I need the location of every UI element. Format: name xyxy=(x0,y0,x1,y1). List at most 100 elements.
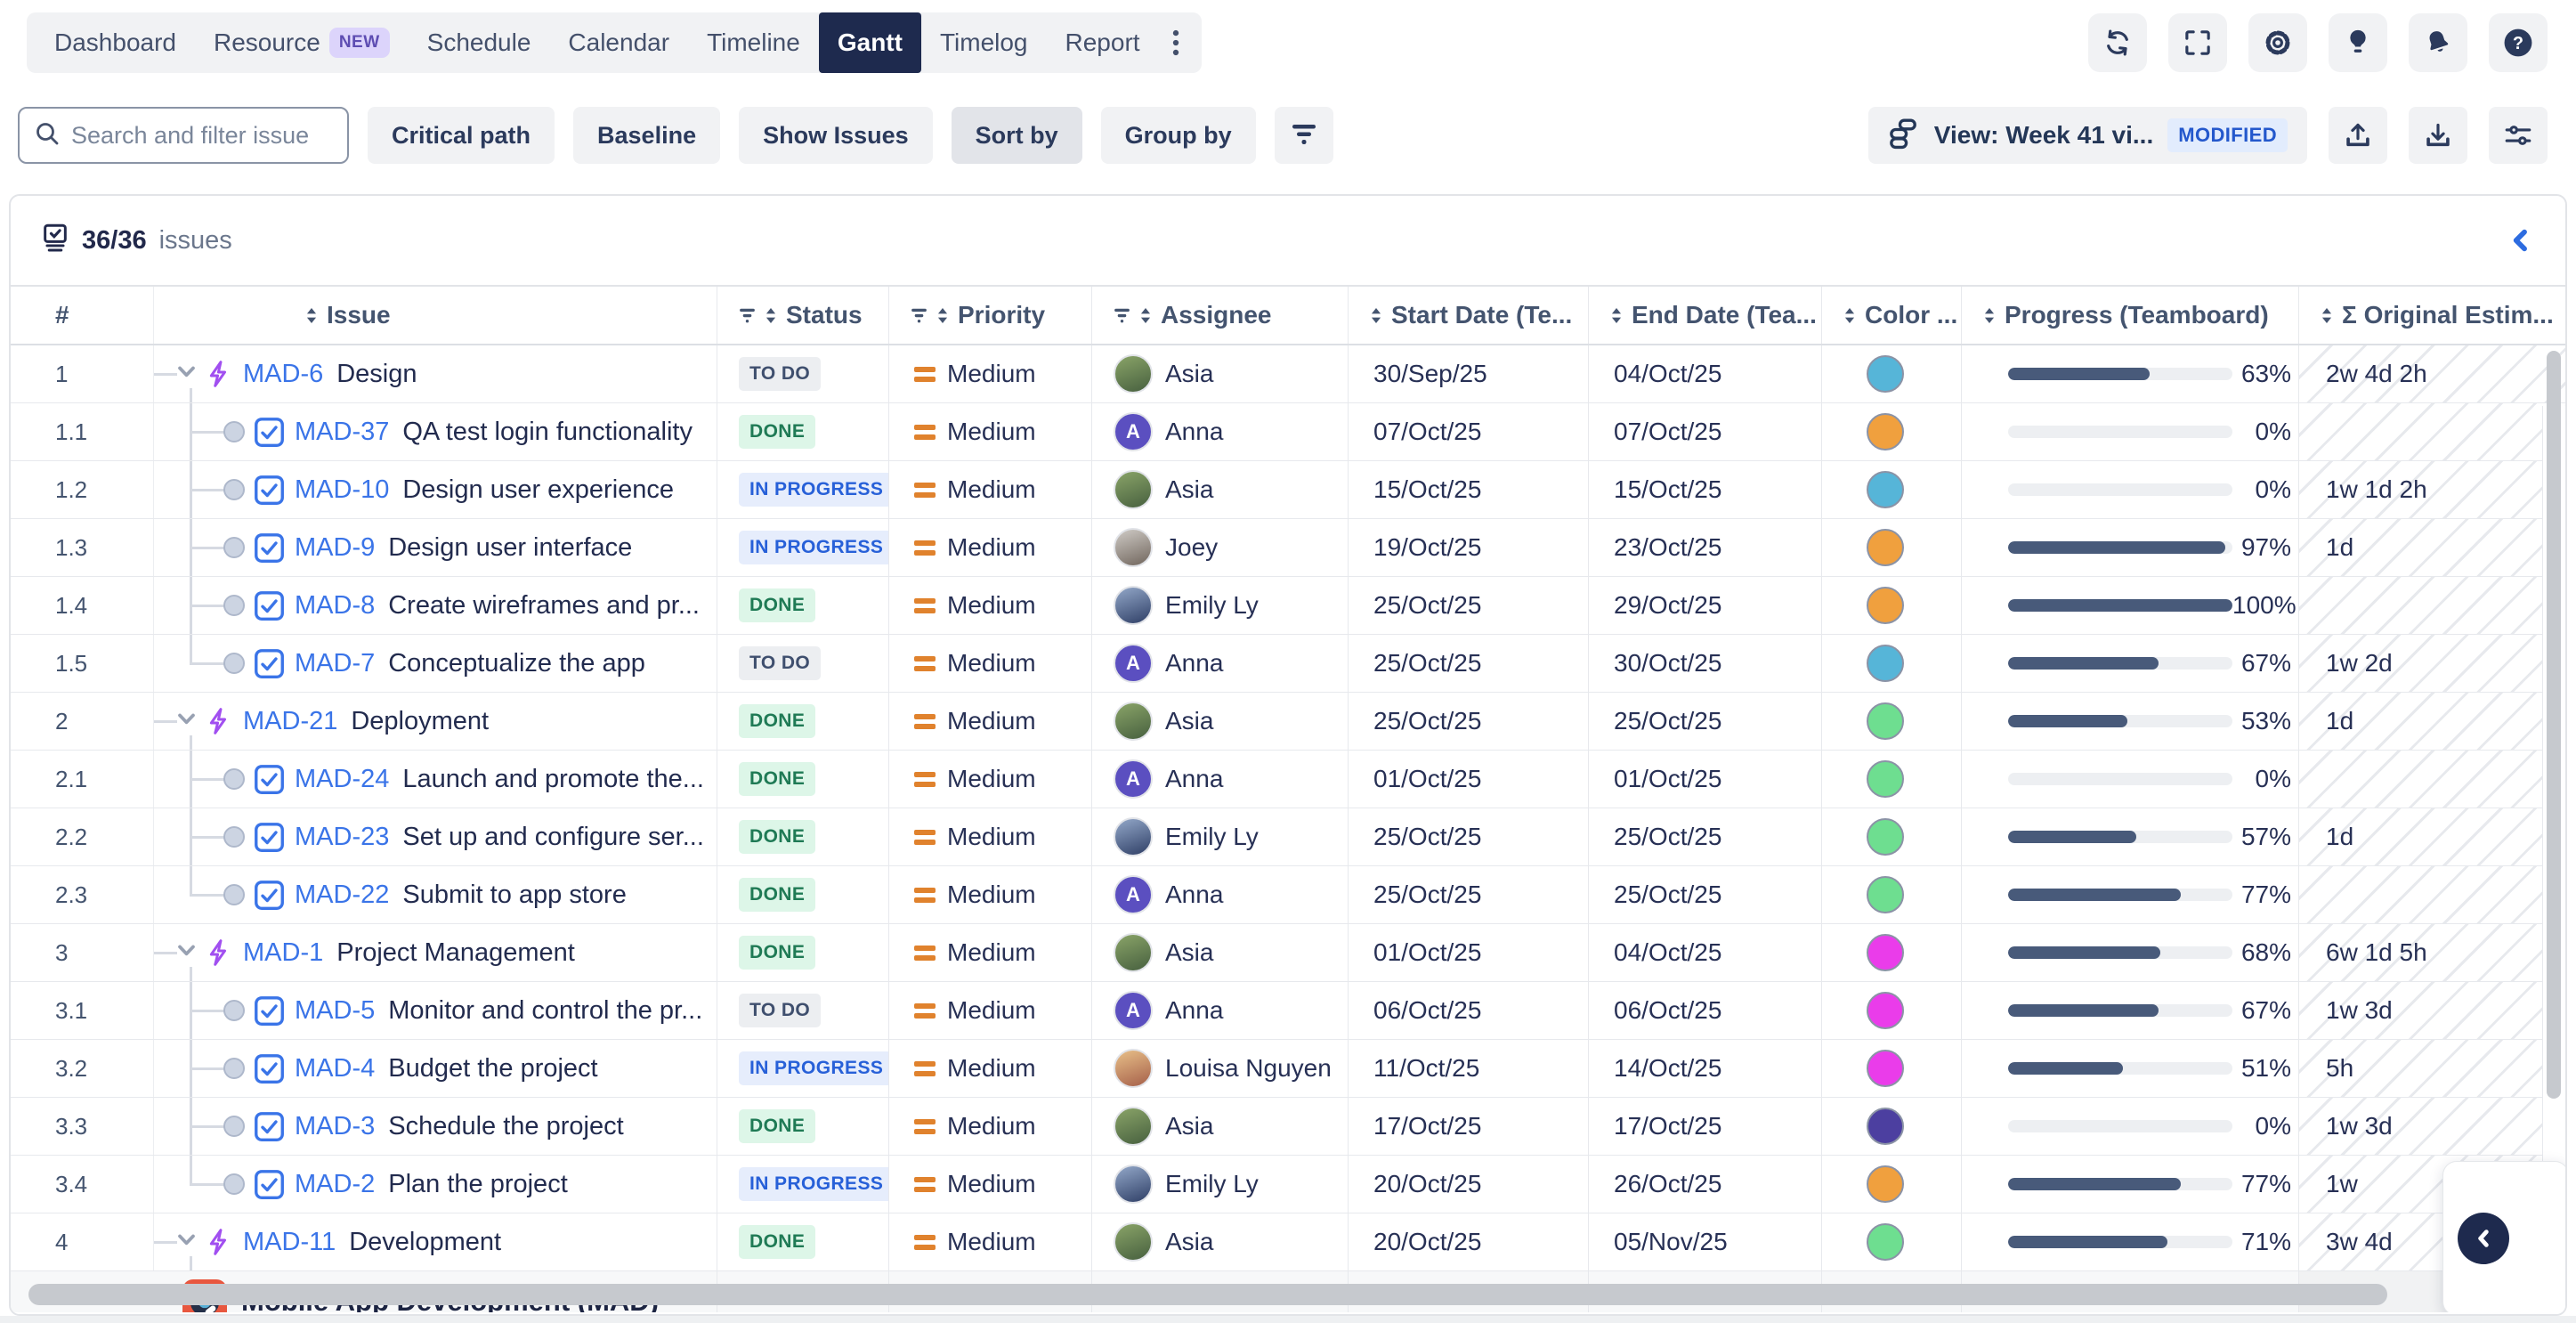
progress-cell[interactable]: 77% xyxy=(1961,866,2298,923)
view-selector[interactable]: View: Week 41 vi... MODIFIED xyxy=(1868,107,2307,164)
estimate-cell[interactable]: 1d xyxy=(2298,693,2565,750)
issue-key-link[interactable]: MAD-23 xyxy=(295,823,389,852)
start-date-cell[interactable]: 20/Oct/25 xyxy=(1348,1156,1588,1213)
issue-key-link[interactable]: MAD-4 xyxy=(295,1054,375,1084)
priority-cell[interactable]: Medium xyxy=(888,345,1091,402)
end-date-cell[interactable]: 30/Oct/25 xyxy=(1588,635,1821,692)
column-header-assignee[interactable]: Assignee xyxy=(1091,287,1348,344)
color-cell[interactable] xyxy=(1821,519,1961,576)
estimate-cell[interactable]: 1w 2d xyxy=(2298,635,2565,692)
priority-cell[interactable]: Medium xyxy=(888,635,1091,692)
progress-cell[interactable]: 63% xyxy=(1961,345,2298,402)
estimate-cell[interactable]: 1w 1d 2h xyxy=(2298,461,2565,518)
estimate-cell[interactable] xyxy=(2298,577,2565,634)
tab-report[interactable]: Report xyxy=(1047,12,1159,73)
start-date-cell[interactable]: 25/Oct/25 xyxy=(1348,693,1588,750)
issue-key-link[interactable]: MAD-1 xyxy=(243,938,323,968)
progress-cell[interactable]: 53% xyxy=(1961,693,2298,750)
assignee-cell[interactable]: AAnna xyxy=(1091,982,1348,1039)
issue-key-link[interactable]: MAD-10 xyxy=(295,475,389,505)
end-date-cell[interactable]: 07/Oct/25 xyxy=(1588,403,1821,460)
issue-key-link[interactable]: MAD-3 xyxy=(295,1112,375,1141)
end-date-cell[interactable]: 25/Oct/25 xyxy=(1588,866,1821,923)
tab-calendar[interactable]: Calendar xyxy=(549,12,688,73)
priority-cell[interactable]: Medium xyxy=(888,1040,1091,1097)
color-cell[interactable] xyxy=(1821,403,1961,460)
assignee-cell[interactable]: Asia xyxy=(1091,345,1348,402)
more-tabs-button[interactable] xyxy=(1159,28,1193,58)
dependency-handle[interactable] xyxy=(223,653,245,674)
estimate-cell[interactable] xyxy=(2298,866,2565,923)
assignee-cell[interactable]: Emily Ly xyxy=(1091,808,1348,865)
status-cell[interactable]: DONE xyxy=(717,1213,888,1270)
column-header-end-date-tea-[interactable]: End Date (Tea... xyxy=(1588,287,1821,344)
priority-cell[interactable]: Medium xyxy=(888,751,1091,808)
progress-cell[interactable]: 68% xyxy=(1961,924,2298,981)
vertical-scrollbar[interactable] xyxy=(2547,351,2561,1099)
status-cell[interactable]: IN PROGRESS xyxy=(717,1040,888,1097)
assignee-cell[interactable]: Asia xyxy=(1091,1098,1348,1155)
column-header-priority[interactable]: Priority xyxy=(888,287,1091,344)
priority-cell[interactable]: Medium xyxy=(888,403,1091,460)
priority-cell[interactable]: Medium xyxy=(888,866,1091,923)
critical-path-button[interactable]: Critical path xyxy=(368,107,555,164)
end-date-cell[interactable]: 06/Oct/25 xyxy=(1588,982,1821,1039)
sort-by-button[interactable]: Sort by xyxy=(952,107,1082,164)
status-cell[interactable]: DONE xyxy=(717,808,888,865)
assignee-cell[interactable]: Asia xyxy=(1091,461,1348,518)
start-date-cell[interactable]: 30/Sep/25 xyxy=(1348,345,1588,402)
display-settings-button[interactable] xyxy=(2489,107,2548,164)
color-cell[interactable] xyxy=(1821,577,1961,634)
issue-key-link[interactable]: MAD-5 xyxy=(295,996,375,1026)
dependency-handle[interactable] xyxy=(223,884,245,905)
progress-cell[interactable]: 57% xyxy=(1961,808,2298,865)
fullscreen-button[interactable] xyxy=(2168,13,2227,72)
start-date-cell[interactable]: 25/Oct/25 xyxy=(1348,866,1588,923)
upload-button[interactable] xyxy=(2329,107,2387,164)
status-cell[interactable]: IN PROGRESS xyxy=(717,1156,888,1213)
collapse-table-chevron[interactable] xyxy=(2505,223,2535,257)
issue-key-link[interactable]: MAD-2 xyxy=(295,1170,375,1199)
progress-cell[interactable]: 0% xyxy=(1961,751,2298,808)
column-header-color-[interactable]: Color ... xyxy=(1821,287,1961,344)
dependency-handle[interactable] xyxy=(223,1116,245,1137)
end-date-cell[interactable]: 05/Nov/25 xyxy=(1588,1213,1821,1270)
download-button[interactable] xyxy=(2409,107,2467,164)
column-header--original-estim-[interactable]: Σ Original Estim... xyxy=(2298,287,2565,344)
tab-timeline[interactable]: Timeline xyxy=(688,12,819,73)
color-cell[interactable] xyxy=(1821,751,1961,808)
column-header-status[interactable]: Status xyxy=(717,287,888,344)
priority-cell[interactable]: Medium xyxy=(888,693,1091,750)
start-date-cell[interactable]: 11/Oct/25 xyxy=(1348,1040,1588,1097)
color-cell[interactable] xyxy=(1821,635,1961,692)
color-cell[interactable] xyxy=(1821,461,1961,518)
issue-key-link[interactable]: MAD-24 xyxy=(295,765,389,794)
search-input[interactable] xyxy=(71,122,333,150)
group-by-button[interactable]: Group by xyxy=(1101,107,1256,164)
tab-resource[interactable]: ResourceNEW xyxy=(195,12,409,73)
column-header-start-date-te-[interactable]: Start Date (Te... xyxy=(1348,287,1588,344)
end-date-cell[interactable]: 01/Oct/25 xyxy=(1588,751,1821,808)
assignee-cell[interactable]: AAnna xyxy=(1091,866,1348,923)
progress-cell[interactable]: 0% xyxy=(1961,1098,2298,1155)
progress-cell[interactable]: 71% xyxy=(1961,1213,2298,1270)
priority-cell[interactable]: Medium xyxy=(888,519,1091,576)
column-header-issue[interactable]: Issue xyxy=(153,287,717,344)
baseline-button[interactable]: Baseline xyxy=(573,107,720,164)
estimate-cell[interactable] xyxy=(2298,751,2565,808)
priority-cell[interactable]: Medium xyxy=(888,808,1091,865)
end-date-cell[interactable]: 04/Oct/25 xyxy=(1588,345,1821,402)
estimate-cell[interactable]: 1w 3d xyxy=(2298,1098,2565,1155)
priority-cell[interactable]: Medium xyxy=(888,924,1091,981)
issue-key-link[interactable]: MAD-8 xyxy=(295,591,375,621)
dependency-handle[interactable] xyxy=(223,1000,245,1021)
issue-key-link[interactable]: MAD-11 xyxy=(243,1228,336,1257)
issue-key-link[interactable]: MAD-37 xyxy=(295,418,389,447)
assignee-cell[interactable]: Emily Ly xyxy=(1091,577,1348,634)
dependency-handle[interactable] xyxy=(223,595,245,616)
end-date-cell[interactable]: 26/Oct/25 xyxy=(1588,1156,1821,1213)
issue-key-link[interactable]: MAD-22 xyxy=(295,881,389,910)
assignee-cell[interactable]: AAnna xyxy=(1091,403,1348,460)
issue-collapse-chevron[interactable] xyxy=(177,712,196,730)
color-cell[interactable] xyxy=(1821,1040,1961,1097)
